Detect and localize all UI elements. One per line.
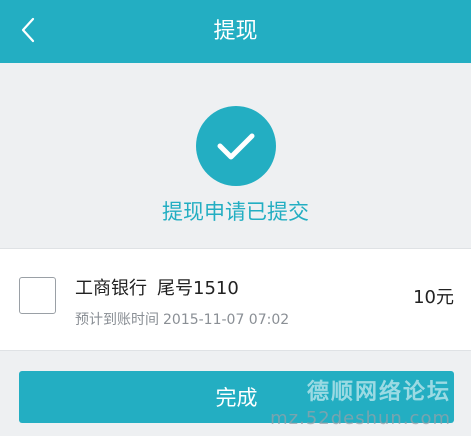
bank-name: 工商银行 — [75, 278, 147, 299]
success-section: 提现申请已提交 — [0, 63, 471, 248]
app-header: 提现 — [0, 0, 471, 63]
eta-value: 2015-11-07 07:02 — [163, 312, 290, 328]
withdrawal-amount: 10元 — [413, 287, 454, 308]
bank-info: 工商银行 尾号1510 — [75, 274, 239, 300]
check-icon — [217, 133, 255, 160]
bank-checkbox[interactable] — [19, 277, 56, 314]
success-message: 提现申请已提交 — [162, 200, 309, 224]
page-title: 提现 — [213, 19, 258, 44]
withdrawal-card: 工商银行 尾号1510 预计到账时间 2015-11-07 07:02 10元 — [0, 248, 471, 351]
done-button[interactable]: 完成 — [19, 371, 454, 423]
arrival-time: 预计到账时间 2015-11-07 07:02 — [75, 309, 289, 329]
success-badge — [196, 106, 276, 186]
eta-label: 预计到账时间 — [75, 312, 159, 328]
card-tail: 尾号1510 — [157, 278, 239, 299]
